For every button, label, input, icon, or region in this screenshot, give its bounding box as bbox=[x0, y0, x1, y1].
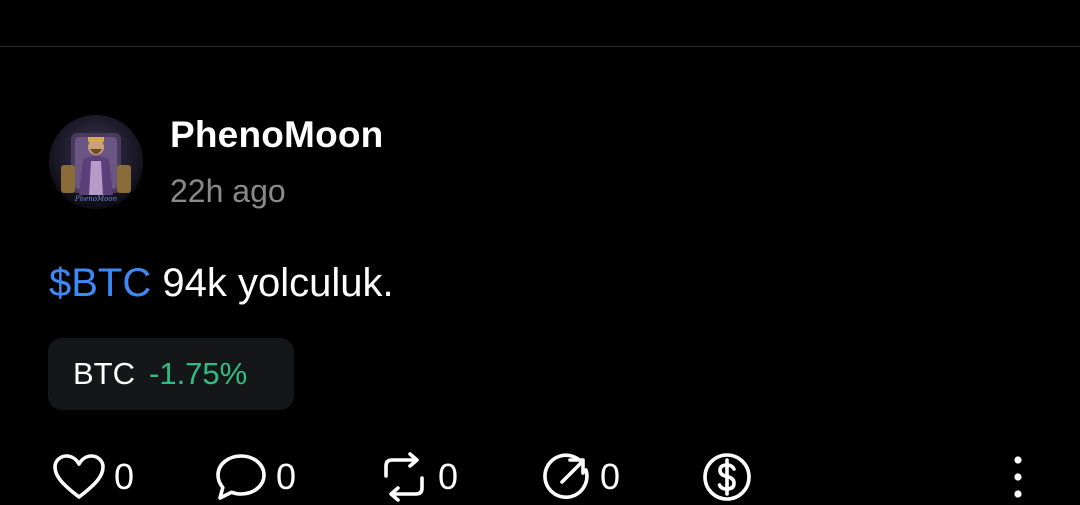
ticker-chip[interactable]: BTC -1.75% bbox=[48, 338, 294, 410]
share-button[interactable]: 0 bbox=[538, 452, 620, 502]
more-options-button[interactable] bbox=[1006, 454, 1030, 500]
avatar[interactable]: PhenoMoon bbox=[49, 115, 143, 209]
tip-button[interactable] bbox=[700, 452, 754, 502]
cashtag-link[interactable]: $BTC bbox=[49, 261, 151, 305]
post-text: 94k yolculuk. bbox=[151, 261, 394, 305]
post-timestamp: 22h ago bbox=[170, 173, 286, 209]
comment-count: 0 bbox=[276, 456, 297, 497]
like-button[interactable]: 0 bbox=[52, 452, 134, 502]
repost-count: 0 bbox=[438, 456, 459, 497]
author-name[interactable]: PhenoMoon bbox=[170, 114, 383, 156]
comment-button[interactable]: 0 bbox=[214, 452, 296, 502]
share-count: 0 bbox=[600, 456, 621, 497]
tip-icon bbox=[703, 453, 751, 501]
share-icon bbox=[543, 453, 589, 499]
repost-button[interactable]: 0 bbox=[378, 452, 458, 502]
heart-icon bbox=[53, 454, 105, 499]
like-count: 0 bbox=[114, 456, 135, 497]
repost-icon bbox=[384, 452, 424, 502]
avatar-watermark: PhenoMoon bbox=[74, 195, 118, 203]
ticker-change: -1.75% bbox=[149, 356, 248, 391]
comment-icon bbox=[216, 454, 266, 500]
action-bar: 0 0 0 0 bbox=[0, 446, 1080, 502]
top-divider bbox=[0, 46, 1080, 47]
ticker-symbol: BTC bbox=[73, 356, 135, 391]
more-icon bbox=[1014, 456, 1022, 498]
post-body: $BTC 94k yolculuk. bbox=[49, 261, 394, 306]
